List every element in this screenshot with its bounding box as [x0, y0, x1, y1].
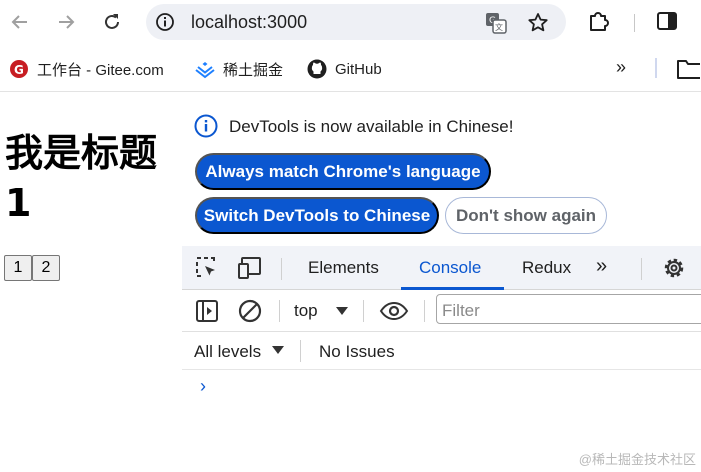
bookmark-label: 工作台 - Gitee.com: [37, 61, 164, 79]
forward-button[interactable]: [52, 8, 80, 36]
page-heading: 我是标题1: [5, 131, 158, 225]
console-toolbar-divider: [363, 300, 364, 322]
switch-to-chinese-button[interactable]: Switch DevTools to Chinese: [195, 197, 439, 234]
svg-text:文: 文: [495, 22, 503, 32]
info-icon: [194, 114, 218, 138]
bookmark-star-button[interactable]: [526, 11, 550, 35]
bookmarks-divider: [655, 58, 657, 78]
clear-console-icon: [238, 299, 262, 323]
page-button-1[interactable]: 1: [4, 255, 32, 281]
bookmark-github[interactable]: GitHub: [307, 58, 382, 80]
devtools-panel: DevTools is now available in Chinese! Al…: [182, 92, 701, 472]
site-info-button[interactable]: [154, 11, 176, 33]
clear-console-button[interactable]: [237, 298, 263, 324]
device-toolbar-icon: [238, 257, 261, 279]
toolbar-divider: [634, 14, 635, 32]
inspect-element-icon: [196, 257, 215, 277]
extensions-button[interactable]: [585, 8, 613, 36]
dont-show-again-button[interactable]: Don't show again: [445, 197, 607, 234]
bookmark-label: 稀土掘金: [223, 61, 284, 79]
tab-console[interactable]: Console: [419, 258, 481, 278]
extensions-icon: [590, 12, 609, 31]
log-levels-dropdown[interactable]: All levels: [194, 342, 261, 362]
address-bar[interactable]: localhost:3000 G文: [146, 4, 566, 40]
levels-divider: [300, 340, 301, 362]
svg-text:G: G: [14, 63, 24, 77]
tab-bar-divider: [641, 258, 642, 280]
page-button-group: 1 2: [4, 255, 60, 281]
side-panel-icon: [657, 12, 677, 30]
reload-icon: [105, 14, 119, 29]
chevron-down-icon: [272, 346, 284, 354]
reload-button[interactable]: [98, 8, 126, 36]
tab-redux[interactable]: Redux: [522, 258, 571, 278]
gear-icon: [664, 258, 684, 278]
filter-placeholder: Filter: [442, 301, 480, 320]
translate-icon: G文: [486, 13, 507, 34]
show-sidebar-button[interactable]: [194, 298, 220, 324]
side-panel-button[interactable]: [655, 9, 681, 35]
back-arrow-icon: [11, 15, 27, 29]
console-toolbar-divider: [279, 300, 280, 322]
juejin-icon: [195, 59, 215, 79]
device-toolbar-button[interactable]: [237, 255, 263, 281]
site-info-icon: [156, 13, 174, 31]
chevron-down-icon: [336, 307, 348, 315]
bookmark-folder[interactable]: [676, 58, 700, 80]
infobar-message: DevTools is now available in Chinese!: [229, 117, 514, 136]
sidebar-toggle-icon: [196, 300, 218, 322]
bookmark-gitee[interactable]: G 工作台 - Gitee.com: [9, 58, 164, 80]
bookmark-juejin[interactable]: 稀土掘金: [195, 58, 283, 80]
devtools-tab-bar: Elements Console Redux »: [182, 246, 701, 290]
gitee-icon: G: [9, 59, 29, 79]
more-tabs-button[interactable]: »: [596, 255, 607, 278]
bookmarks-bar: G 工作台 - Gitee.com 稀土掘金 GitHub »: [0, 44, 701, 92]
devtools-settings-button[interactable]: [661, 255, 687, 281]
bookmarks-overflow-button[interactable]: »: [616, 57, 626, 78]
console-filter-input[interactable]: Filter: [436, 294, 701, 324]
tab-bar-divider: [281, 258, 282, 280]
always-match-language-button[interactable]: Always match Chrome's language: [195, 153, 491, 190]
back-button[interactable]: [6, 8, 34, 36]
bookmark-label: GitHub: [335, 60, 382, 78]
console-prompt[interactable]: ›: [200, 376, 206, 397]
eye-icon: [379, 301, 409, 321]
page-button-2[interactable]: 2: [32, 255, 60, 281]
tab-elements[interactable]: Elements: [308, 258, 379, 278]
folder-icon: [677, 60, 700, 79]
bookmark-star-icon: [528, 13, 548, 32]
context-selector[interactable]: top: [294, 301, 318, 321]
issues-counter[interactable]: No Issues: [319, 342, 395, 362]
url-text[interactable]: localhost:3000: [191, 12, 307, 32]
console-toolbar-divider: [424, 300, 425, 322]
forward-arrow-icon: [59, 15, 75, 29]
translate-button[interactable]: G文: [485, 12, 507, 34]
console-levels-bar: All levels No Issues: [182, 332, 701, 370]
browser-toolbar: localhost:3000 G文: [0, 0, 701, 44]
inspect-element-button[interactable]: [194, 255, 220, 281]
live-expression-button[interactable]: [379, 298, 409, 324]
watermark: @稀土掘金技术社区: [578, 452, 696, 467]
console-toolbar: top Filter: [182, 290, 701, 332]
github-icon: [307, 59, 327, 79]
